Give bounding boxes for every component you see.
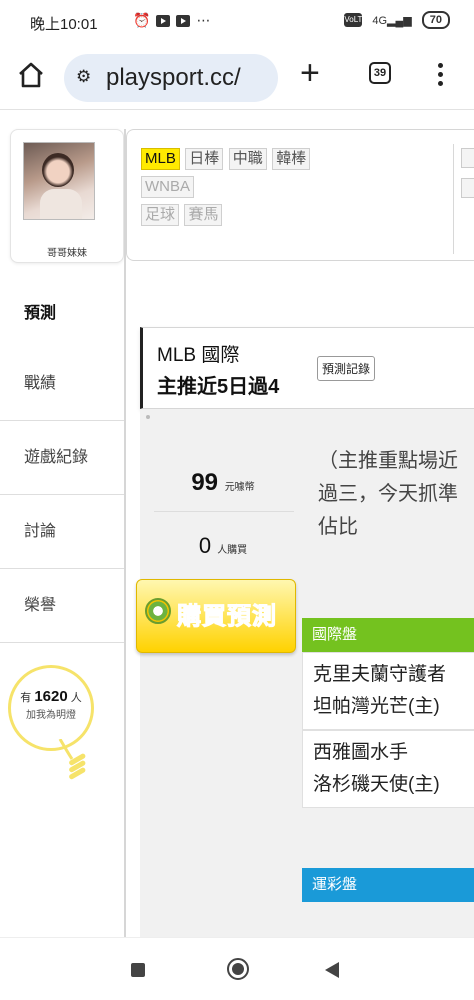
avatar[interactable] xyxy=(23,142,95,220)
table-row[interactable]: 克里夫蘭守護者 坦帕灣光芒(主) xyxy=(302,652,474,730)
tab-switcher-button[interactable]: 39 xyxy=(369,62,391,84)
buy-prediction-button[interactable]: 購買預測 xyxy=(136,579,296,653)
league-tag-kbo[interactable]: 韓棒 xyxy=(272,148,311,170)
follower-subtitle: 加我為明燈 xyxy=(26,710,76,721)
volte-icon: VoLTE xyxy=(344,13,368,27)
follower-count: 1620 xyxy=(34,688,68,705)
league-tags: MLB 日棒 中職 韓棒 WNBA 足球 賽馬 xyxy=(141,148,441,232)
buyer-count: 0 人購買 xyxy=(150,533,296,559)
sidebar-item-predictions[interactable]: 預測 xyxy=(0,281,124,347)
analysis-line: （主推重點場近 xyxy=(318,450,458,472)
youtube-icon xyxy=(156,14,171,27)
prediction-header: MLB 國際 主推近5日過4 預測記錄 xyxy=(140,327,474,409)
web-page: 哥哥妹妹 MLB 日棒 中職 韓棒 WNBA 足球 賽馬 預測 戰績 遊戲紀錄 … xyxy=(0,111,474,937)
price-value: 99 xyxy=(191,469,219,496)
table-row[interactable]: 西雅圖水手 洛杉磯天使(主) xyxy=(302,730,474,808)
alarm-icon: ⏰ xyxy=(133,12,151,28)
league-tag-soccer[interactable]: 足球 xyxy=(141,204,180,226)
home-button-icon[interactable] xyxy=(227,958,249,980)
league-tag-wnba[interactable]: WNBA xyxy=(141,176,194,198)
youtube-icon-2 xyxy=(176,14,191,27)
url-text[interactable]: playsport.cc/ xyxy=(106,64,241,92)
sidebar-item-record[interactable]: 戰績 xyxy=(0,347,124,421)
sidebar-item-game-log[interactable]: 遊戲紀錄 xyxy=(0,421,124,495)
buyer-unit: 人購買 xyxy=(217,545,248,556)
prediction-record-summary: 主推近5日過4 xyxy=(157,376,280,398)
league-tag-more-1[interactable] xyxy=(461,148,474,168)
game-table: 國際盤 克里夫蘭守護者 坦帕灣光芒(主) 西雅圖水手 洛杉磯天使(主) 運彩盤 xyxy=(302,618,474,902)
sidebar-item-discussion[interactable]: 討論 xyxy=(0,495,124,569)
analysis-text: （主推重點場近 過三，今天抓準 佔比 xyxy=(318,445,474,544)
lightbulb-base-icon xyxy=(58,739,86,780)
address-bar[interactable]: ⚙ playsport.cc/ xyxy=(64,54,278,102)
profile-name[interactable]: 哥哥妹妹 xyxy=(11,244,123,259)
home-team: 洛杉磯天使(主) xyxy=(313,774,440,795)
price-divider xyxy=(154,511,294,512)
more-notifications-icon: ⋯ xyxy=(196,12,211,28)
home-team: 坦帕灣光芒(主) xyxy=(313,696,440,717)
signal-icon: 4G▂▄▆ xyxy=(372,14,412,27)
away-team: 克里夫蘭守護者 xyxy=(313,664,447,685)
bullet-dot xyxy=(146,415,150,419)
coin-icon xyxy=(145,598,171,624)
sidebar-item-honors[interactable]: 榮譽 xyxy=(0,569,124,643)
profile-card[interactable]: 哥哥妹妹 xyxy=(10,129,124,263)
sports-lottery-header: 運彩盤 xyxy=(302,868,474,902)
home-icon[interactable] xyxy=(16,60,46,90)
recent-apps-icon[interactable] xyxy=(131,963,145,977)
league-divider xyxy=(453,144,454,254)
browser-toolbar: ⚙ playsport.cc/ + 39 xyxy=(0,44,474,110)
sidebar-nav: 預測 戰績 遊戲紀錄 討論 榮譽 xyxy=(0,281,124,643)
prediction-league: MLB 國際 xyxy=(157,345,240,366)
follower-count-line: 有 1620 人 xyxy=(11,688,91,705)
price-unit: 元噱幣 xyxy=(224,482,255,493)
league-tag-npb[interactable]: 日棒 xyxy=(185,148,224,170)
prediction-history-button[interactable]: 預測記錄 xyxy=(317,356,376,381)
follower-prefix: 有 xyxy=(20,692,32,704)
league-selector: MLB 日棒 中職 韓棒 WNBA 足球 賽馬 xyxy=(126,129,474,261)
network-type: 4G xyxy=(372,14,388,27)
back-icon[interactable] xyxy=(325,962,339,978)
new-tab-button[interactable]: + xyxy=(300,56,320,90)
system-nav-bar xyxy=(0,937,474,1000)
site-settings-icon[interactable]: ⚙ xyxy=(76,67,91,87)
follower-suffix: 人 xyxy=(70,692,82,704)
overflow-menu-icon[interactable] xyxy=(436,60,444,88)
buyer-value: 0 xyxy=(198,533,212,558)
league-tag-mlb[interactable]: MLB xyxy=(141,148,180,170)
analysis-line: 佔比 xyxy=(318,516,358,538)
analysis-line: 過三，今天抓準 xyxy=(318,483,458,505)
price-box: 99 元噱幣 0 人購買 xyxy=(150,447,296,591)
away-team: 西雅圖水手 xyxy=(313,742,409,763)
league-tag-more-2[interactable] xyxy=(461,178,474,198)
status-system-icons: VoLTE 4G▂▄▆ 70 xyxy=(344,11,450,29)
league-tag-horse[interactable]: 賽馬 xyxy=(184,204,223,226)
international-line-header: 國際盤 xyxy=(302,618,474,652)
battery-icon: 70 xyxy=(421,11,450,29)
buy-prediction-label[interactable]: 購買預測 xyxy=(177,596,277,631)
league-tag-cpbl[interactable]: 中職 xyxy=(228,148,267,170)
status-bar: 晚上10:01 ⏰ ⋯ VoLTE 4G▂▄▆ 70 xyxy=(0,0,474,44)
status-time: 晚上10:01 xyxy=(30,16,98,33)
price: 99 元噱幣 xyxy=(150,469,296,497)
status-notification-icons: ⏰ ⋯ xyxy=(133,12,210,29)
